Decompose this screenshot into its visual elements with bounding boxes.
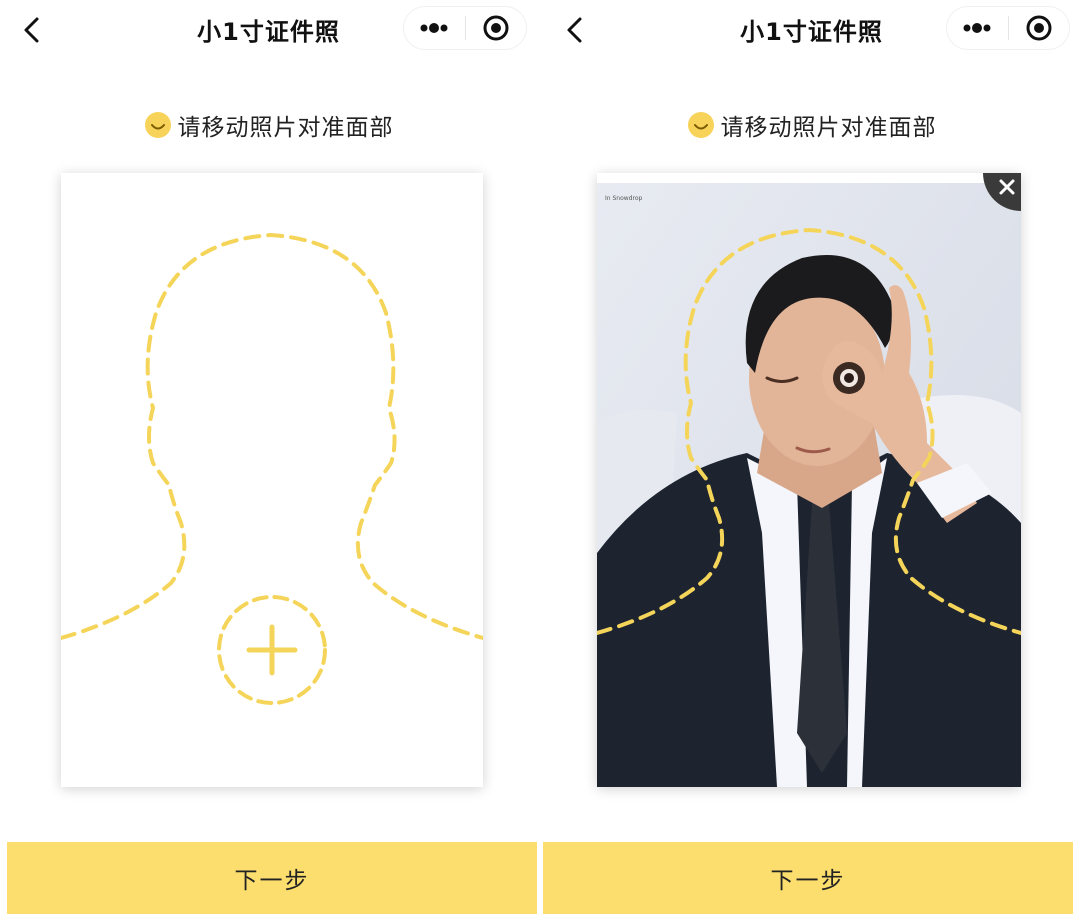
nav-bar: 小1寸证件照 (0, 0, 537, 60)
close-icon (999, 179, 1015, 195)
close-app-button[interactable] (465, 7, 526, 49)
back-button[interactable] (559, 14, 591, 46)
photo-frame[interactable]: In Snowdrop (597, 173, 1021, 787)
photo-frame[interactable] (61, 173, 483, 787)
smile-icon (144, 112, 171, 138)
next-step-button[interactable]: 下一步 (7, 842, 537, 914)
chevron-left-icon (567, 17, 582, 43)
more-dots-icon (963, 23, 991, 33)
screen-upload-empty: 小1寸证件照 请移动照片对准面部 下一步 (0, 0, 537, 920)
mini-program-capsule (946, 6, 1070, 50)
nav-bar: 小1寸证件照 (543, 0, 1080, 60)
close-app-button[interactable] (1008, 7, 1069, 49)
back-button[interactable] (16, 14, 48, 46)
smile-icon (687, 112, 714, 138)
hint-text: 请移动照片对准面部 (177, 115, 394, 141)
photo-caption: In Snowdrop (605, 195, 643, 202)
target-circle-icon (483, 15, 509, 41)
align-hint: 请移动照片对准面部 (543, 108, 1080, 142)
screen-upload-filled: 小1寸证件照 请移动照片对准面部 In Snowdrop 下一步 (543, 0, 1080, 920)
more-button[interactable] (404, 7, 465, 49)
plus-icon (246, 624, 298, 676)
add-photo-button[interactable] (219, 597, 325, 703)
more-button[interactable] (947, 7, 1008, 49)
target-circle-icon (1026, 15, 1052, 41)
next-step-button[interactable]: 下一步 (543, 842, 1073, 914)
more-dots-icon (420, 23, 448, 33)
portrait-photo (597, 173, 1021, 787)
hint-text: 请移动照片对准面部 (720, 115, 937, 141)
align-hint: 请移动照片对准面部 (0, 108, 537, 142)
mini-program-capsule (403, 6, 527, 50)
chevron-left-icon (24, 17, 39, 43)
